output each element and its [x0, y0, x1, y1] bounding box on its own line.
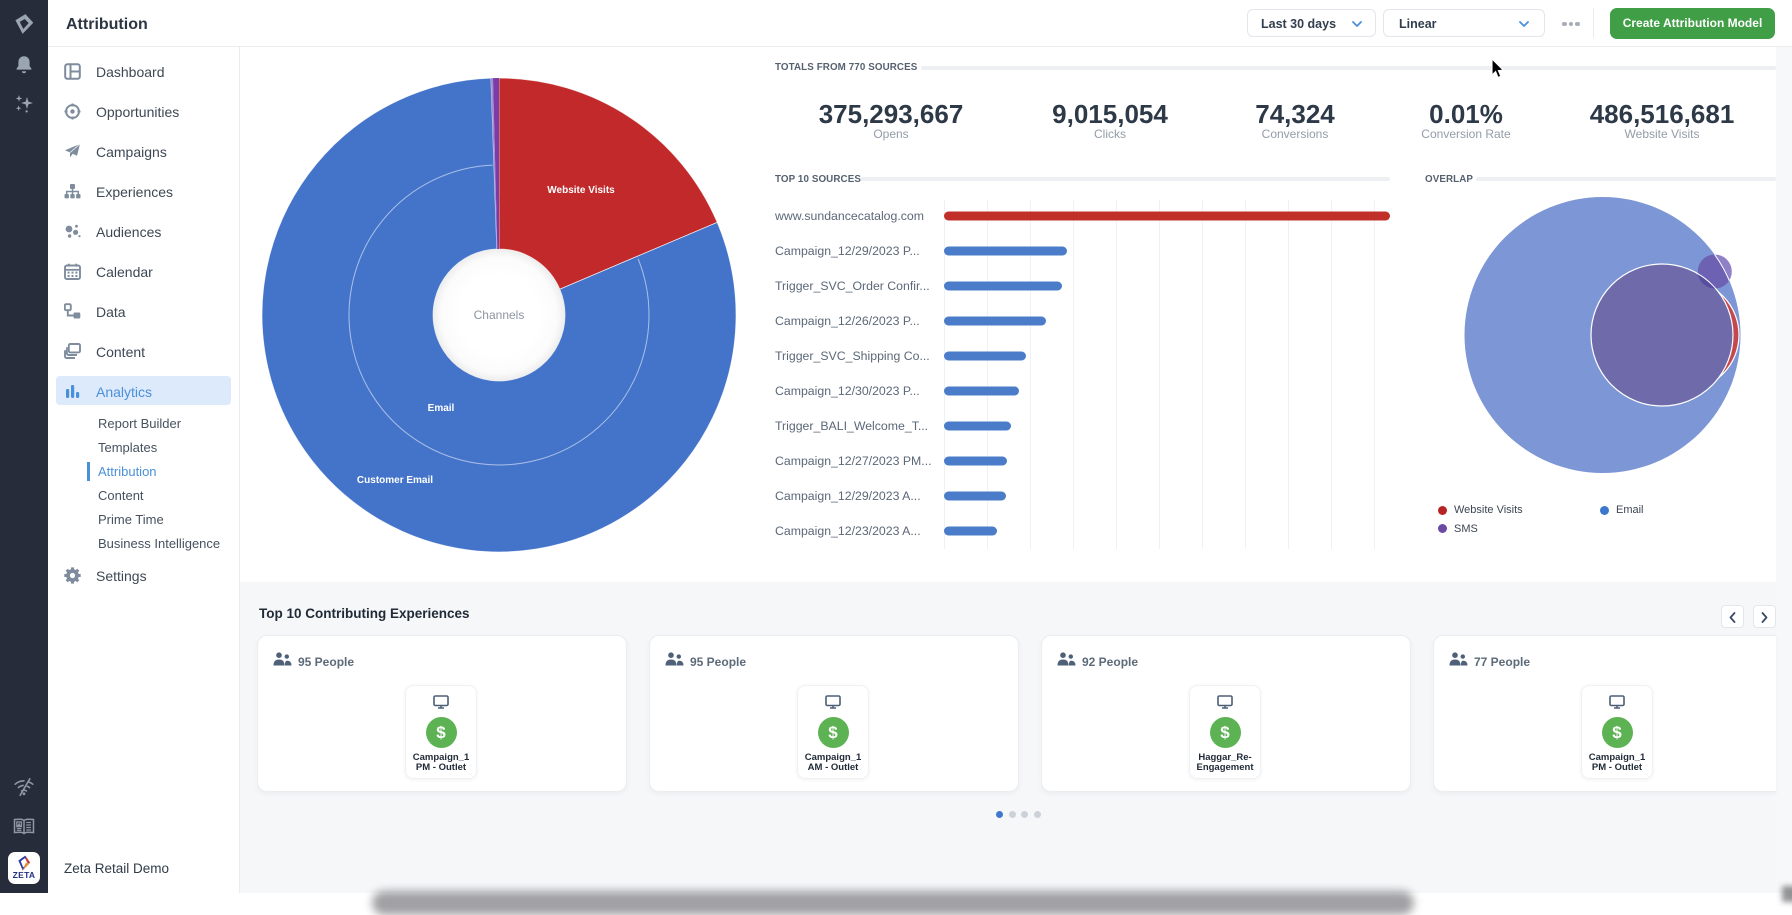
svg-text:Website Visits: Website Visits — [547, 185, 615, 196]
svg-text:Customer Email: Customer Email — [357, 475, 433, 486]
svg-text:Channels: Channels — [474, 308, 525, 322]
svg-text:Email: Email — [428, 403, 455, 414]
